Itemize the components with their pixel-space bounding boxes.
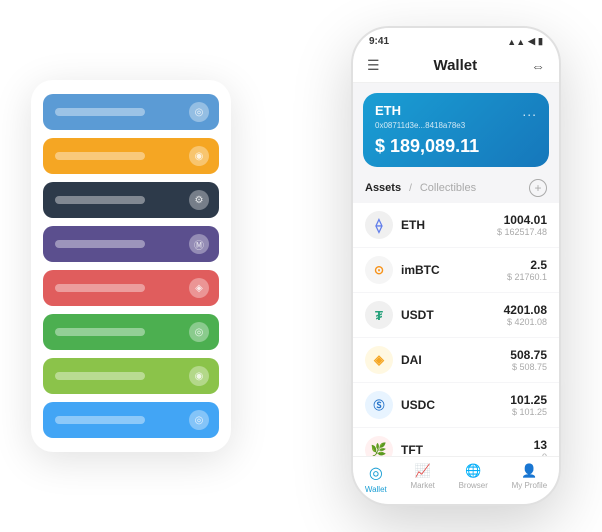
card-icon: ◎ (189, 322, 209, 342)
tab-assets[interactable]: Assets (365, 182, 401, 194)
card-label (55, 152, 145, 160)
market-nav-icon: 📈 (415, 463, 431, 479)
eth-coin-name: ETH (375, 103, 537, 118)
scene: ◎ ◉ ⚙ Ⓜ ◈ ◎ ◉ ◎ (21, 16, 581, 516)
eth-icon: ⟠ (365, 211, 393, 239)
profile-nav-label: My Profile (512, 481, 548, 490)
eth-balance: $ 189,089.11 (375, 136, 537, 157)
tab-collectibles[interactable]: Collectibles (420, 182, 476, 194)
card-label (55, 108, 145, 116)
tft-amount: 13 (534, 438, 547, 452)
phone: 9:41 ▲▲ ◀ ▮ ☰ Wallet ⇔ ETH 0x08711d3e...… (351, 26, 561, 506)
asset-row-tft[interactable]: 🌿 TFT 13 0 (353, 428, 559, 456)
card-stack: ◎ ◉ ⚙ Ⓜ ◈ ◎ ◉ ◎ (31, 80, 231, 452)
nav-browser[interactable]: 🌐 Browser (459, 463, 488, 494)
usdc-amount: 101.25 (510, 393, 547, 407)
list-item[interactable]: Ⓜ (43, 226, 219, 262)
list-item[interactable]: ⚙ (43, 182, 219, 218)
card-icon: ◉ (189, 146, 209, 166)
card-label (55, 416, 145, 424)
page-title: Wallet (433, 57, 477, 74)
card-label (55, 284, 145, 292)
usdc-usd: $ 101.25 (510, 407, 547, 417)
bottom-nav: ◎ Wallet 📈 Market 🌐 Browser 👤 My Profile (353, 456, 559, 504)
dai-amount: 508.75 (510, 348, 547, 362)
imbtc-usd: $ 21760.1 (507, 272, 547, 282)
asset-row-usdc[interactable]: Ⓢ USDC 101.25 $ 101.25 (353, 383, 559, 428)
add-asset-button[interactable]: + (529, 179, 547, 197)
scan-icon[interactable]: ⇔ (531, 58, 545, 74)
dai-name: DAI (401, 353, 510, 367)
wallet-nav-label: Wallet (365, 485, 387, 494)
nav-profile[interactable]: 👤 My Profile (512, 463, 548, 494)
usdc-icon: Ⓢ (365, 391, 393, 419)
battery-icon: ▮ (538, 36, 543, 47)
imbtc-amount: 2.5 (507, 258, 547, 272)
phone-content: ETH 0x08711d3e...8418a78e3 $ 189,089.11 … (353, 83, 559, 456)
usdt-amounts: 4201.08 $ 4201.08 (504, 303, 547, 327)
dai-usd: $ 508.75 (510, 362, 547, 372)
card-icon: ◎ (189, 410, 209, 430)
browser-nav-label: Browser (459, 481, 488, 490)
card-icon: Ⓜ (189, 234, 209, 254)
eth-amount: 1004.01 (497, 213, 547, 227)
tft-name: TFT (401, 443, 534, 456)
eth-name: ETH (401, 218, 497, 232)
asset-row-imbtc[interactable]: ⊙ imBTC 2.5 $ 21760.1 (353, 248, 559, 293)
imbtc-amounts: 2.5 $ 21760.1 (507, 258, 547, 282)
usdt-usd: $ 4201.08 (504, 317, 547, 327)
usdc-name: USDC (401, 398, 510, 412)
assets-tabs: Assets / Collectibles (365, 182, 476, 194)
card-icon: ⚙ (189, 190, 209, 210)
card-label (55, 372, 145, 380)
usdt-icon: ₮ (365, 301, 393, 329)
list-item[interactable]: ◎ (43, 402, 219, 438)
eth-amounts: 1004.01 $ 162517.48 (497, 213, 547, 237)
card-label (55, 328, 145, 336)
dai-icon: ◈ (365, 346, 393, 374)
asset-row-usdt[interactable]: ₮ USDT 4201.08 $ 4201.08 (353, 293, 559, 338)
nav-market[interactable]: 📈 Market (410, 463, 434, 494)
signal-icon: ▲▲ (507, 37, 525, 47)
status-icons: ▲▲ ◀ ▮ (507, 36, 543, 47)
phone-header: ☰ Wallet ⇔ (353, 51, 559, 83)
status-bar: 9:41 ▲▲ ◀ ▮ (353, 28, 559, 51)
browser-nav-icon: 🌐 (465, 463, 481, 479)
wallet-address: 0x08711d3e...8418a78e3 (375, 121, 537, 130)
tft-amounts: 13 0 (534, 438, 547, 456)
dai-amounts: 508.75 $ 508.75 (510, 348, 547, 372)
list-item[interactable]: ◎ (43, 314, 219, 350)
card-label (55, 240, 145, 248)
card-icon: ◉ (189, 366, 209, 386)
card-label (55, 196, 145, 204)
imbtc-name: imBTC (401, 263, 507, 277)
nav-wallet[interactable]: ◎ Wallet (365, 463, 387, 494)
asset-list: ⟠ ETH 1004.01 $ 162517.48 ⊙ imBTC 2.5 $ … (353, 203, 559, 456)
tab-separator: / (409, 183, 412, 194)
card-icon: ◎ (189, 102, 209, 122)
list-item[interactable]: ◈ (43, 270, 219, 306)
more-button[interactable]: ... (522, 103, 537, 119)
wallet-nav-icon: ◎ (369, 463, 383, 483)
market-nav-label: Market (410, 481, 434, 490)
asset-row-dai[interactable]: ◈ DAI 508.75 $ 508.75 (353, 338, 559, 383)
list-item[interactable]: ◉ (43, 138, 219, 174)
menu-icon[interactable]: ☰ (367, 57, 380, 74)
eth-usd: $ 162517.48 (497, 227, 547, 237)
imbtc-icon: ⊙ (365, 256, 393, 284)
card-icon: ◈ (189, 278, 209, 298)
usdc-amounts: 101.25 $ 101.25 (510, 393, 547, 417)
list-item[interactable]: ◉ (43, 358, 219, 394)
eth-card[interactable]: ETH 0x08711d3e...8418a78e3 $ 189,089.11 … (363, 93, 549, 167)
profile-nav-icon: 👤 (521, 463, 537, 479)
assets-header: Assets / Collectibles + (353, 175, 559, 203)
asset-row-eth[interactable]: ⟠ ETH 1004.01 $ 162517.48 (353, 203, 559, 248)
tft-icon: 🌿 (365, 436, 393, 456)
usdt-amount: 4201.08 (504, 303, 547, 317)
usdt-name: USDT (401, 308, 504, 322)
status-time: 9:41 (369, 36, 389, 47)
list-item[interactable]: ◎ (43, 94, 219, 130)
wifi-icon: ◀ (528, 36, 535, 47)
